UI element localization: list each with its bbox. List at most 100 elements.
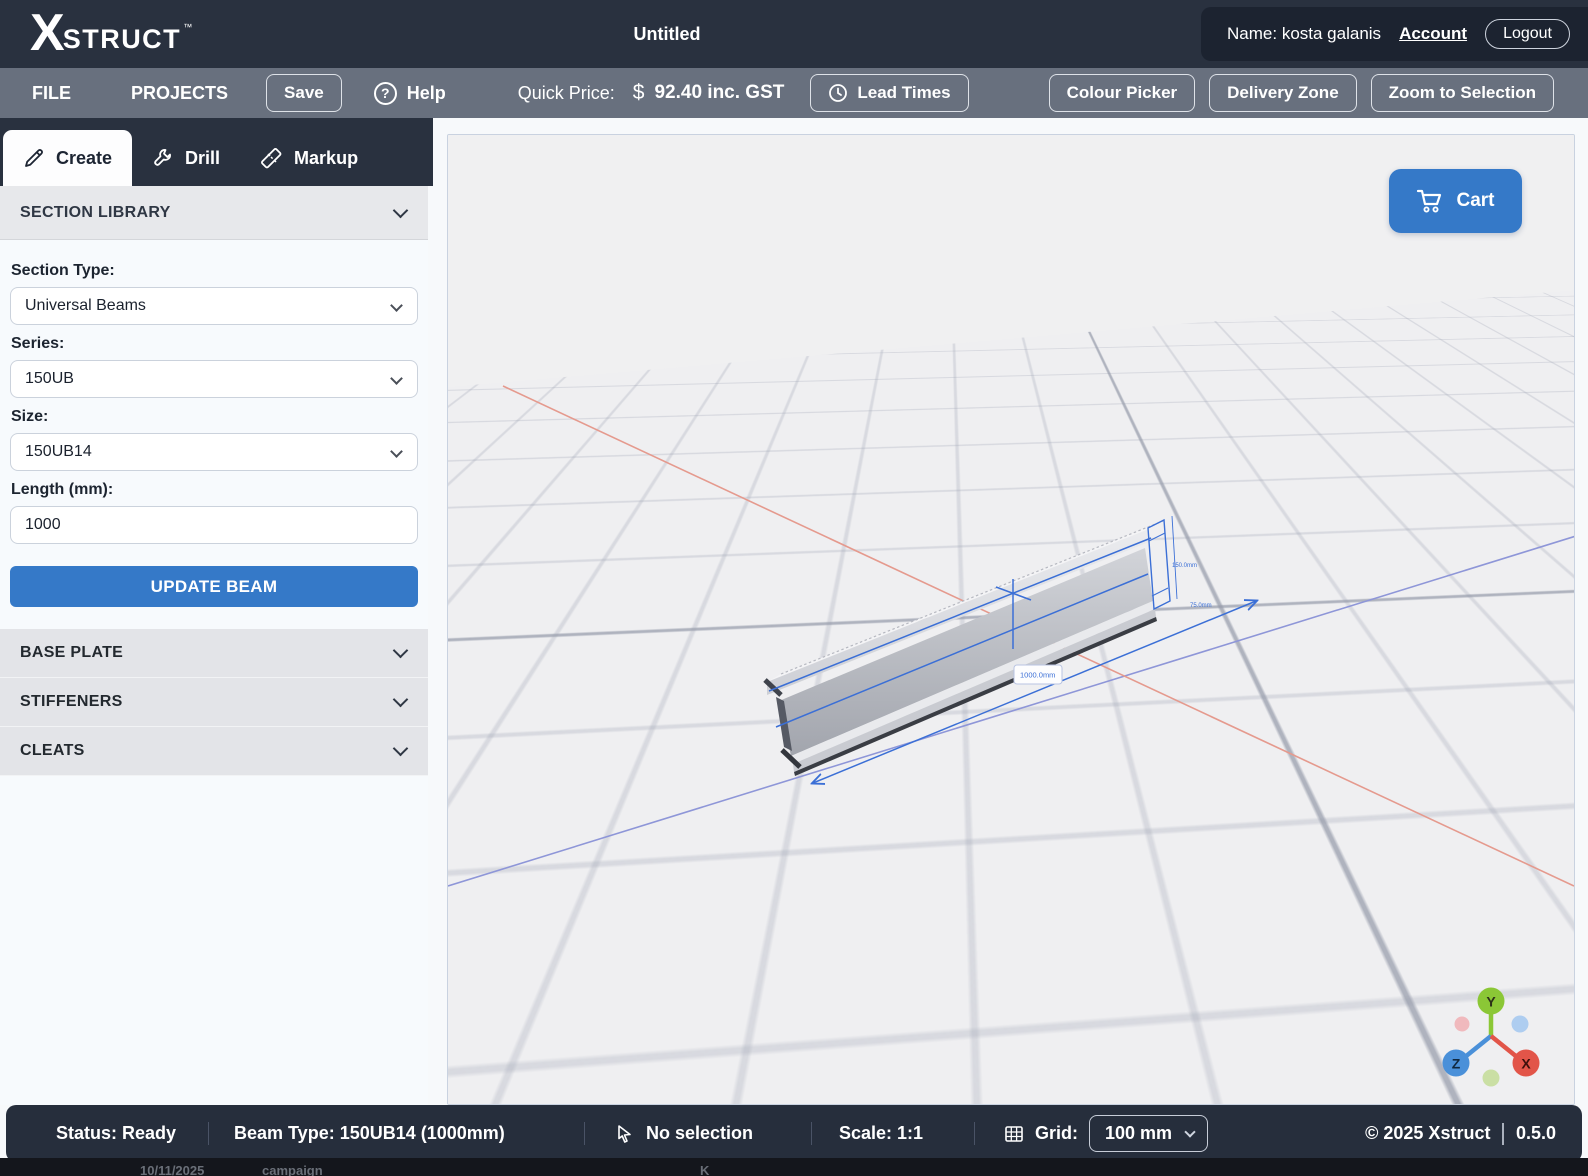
bg-fragment-campaign: campaign <box>262 1163 323 1176</box>
gizmo-neg-x-dot <box>1455 1017 1470 1032</box>
dimension-label-length: 1000.0mm <box>1020 671 1055 680</box>
chevron-down-icon <box>390 372 403 385</box>
menu-bar: FILE PROJECTS Save ? Help Quick Price: $… <box>0 68 1588 118</box>
tab-create-label: Create <box>56 148 112 169</box>
grid-size-value: 100 mm <box>1105 1123 1172 1144</box>
tab-create[interactable]: Create <box>3 130 132 186</box>
scale-status: Scale: 1:1 <box>839 1105 923 1162</box>
chevron-down-icon <box>393 643 409 659</box>
accordion-cleats[interactable]: CLEATS <box>0 727 428 776</box>
logo-text: STRUCT <box>63 24 182 55</box>
menu-file[interactable]: FILE <box>32 83 71 104</box>
wrench-icon <box>152 147 174 169</box>
beam-model[interactable] <box>765 521 1163 776</box>
cart-label: Cart <box>1456 190 1494 212</box>
viewport-3d[interactable]: 150.0mm 75.0mm 1000.0mm Y Z X <box>447 134 1575 1105</box>
svg-text:Y: Y <box>1486 994 1496 1010</box>
dimension-label-width: 75.0mm <box>1190 603 1212 609</box>
app-window: X STRUCT ™ Untitled Name: kosta galanis … <box>0 0 1588 1176</box>
beam-type-status: Beam Type: 150UB14 (1000mm) <box>234 1105 505 1162</box>
chevron-down-icon <box>393 692 409 708</box>
colour-picker-button[interactable]: Colour Picker <box>1049 74 1196 112</box>
chevron-down-icon <box>390 445 403 458</box>
selection-status: No selection <box>616 1105 753 1162</box>
gizmo-neg-z-dot <box>1512 1016 1529 1033</box>
axis-gizmo[interactable]: Y Z X <box>1443 988 1540 1087</box>
tab-markup-label: Markup <box>294 148 358 169</box>
dimension-label-depth: 150.0mm <box>1172 563 1197 569</box>
tool-tab-bar: Create Drill Markup <box>0 118 433 186</box>
ruler-icon <box>260 147 283 170</box>
bg-fragment-k: K <box>700 1163 709 1176</box>
chevron-down-icon <box>393 741 409 757</box>
cart-icon <box>1416 188 1444 214</box>
save-button[interactable]: Save <box>266 74 342 112</box>
bg-fragment-date: 10/11/2025 <box>140 1163 204 1176</box>
help-button[interactable]: ? Help <box>374 82 446 105</box>
section-type-value: Universal Beams <box>25 297 146 315</box>
tab-drill[interactable]: Drill <box>132 130 240 186</box>
series-label: Series: <box>11 335 418 353</box>
series-value: 150UB <box>25 370 74 388</box>
background-window-strip: 10/11/2025 campaign K <box>0 1158 1588 1176</box>
length-label: Length (mm): <box>11 481 418 499</box>
chevron-down-icon <box>390 299 403 312</box>
section-library-form: Section Type: Universal Beams Series: 15… <box>0 240 428 607</box>
size-select[interactable]: 150UB14 <box>10 433 418 471</box>
copyright: © 2025 Xstruct 0.5.0 <box>1365 1105 1556 1162</box>
logo-trademark: ™ <box>183 22 192 32</box>
question-mark-icon: ? <box>374 82 397 105</box>
status-bar: Status: Ready Beam Type: 150UB14 (1000mm… <box>6 1105 1582 1162</box>
xstruct-logo: X STRUCT ™ <box>30 10 192 56</box>
menu-projects[interactable]: PROJECTS <box>131 83 228 104</box>
logout-button[interactable]: Logout <box>1485 19 1570 49</box>
pencil-icon <box>23 147 45 169</box>
clock-icon <box>828 83 848 103</box>
top-bar: X STRUCT ™ Untitled Name: kosta galanis … <box>0 0 1588 68</box>
delivery-zone-button[interactable]: Delivery Zone <box>1209 74 1357 112</box>
size-label: Size: <box>11 408 418 426</box>
series-select[interactable]: 150UB <box>10 360 418 398</box>
dollar-icon: $ <box>633 81 645 105</box>
accordion-list: BASE PLATE STIFFENERS CLEATS <box>0 629 428 776</box>
size-value: 150UB14 <box>25 443 92 461</box>
user-box: Name: kosta galanis Account Logout <box>1201 7 1588 61</box>
gizmo-neg-y-dot <box>1483 1070 1500 1087</box>
lead-times-button[interactable]: Lead Times <box>810 74 968 112</box>
help-label: Help <box>407 83 446 104</box>
grid-label: Grid: <box>1035 1123 1078 1144</box>
grid-icon <box>1004 1124 1024 1144</box>
svg-text:X: X <box>1521 1056 1531 1072</box>
user-name-label: Name: kosta galanis <box>1227 24 1381 44</box>
update-beam-button[interactable]: UPDATE BEAM <box>10 566 418 607</box>
lead-times-label: Lead Times <box>857 83 950 103</box>
section-type-label: Section Type: <box>11 262 418 280</box>
document-title: Untitled <box>560 0 774 68</box>
tab-markup[interactable]: Markup <box>240 130 378 186</box>
accordion-base-plate[interactable]: BASE PLATE <box>0 629 428 678</box>
tab-drill-label: Drill <box>185 148 220 169</box>
quick-price: Quick Price: $ 92.40 inc. GST <box>518 81 785 105</box>
zoom-to-selection-button[interactable]: Zoom to Selection <box>1371 74 1554 112</box>
section-type-select[interactable]: Universal Beams <box>10 287 418 325</box>
svg-text:Z: Z <box>1452 1056 1461 1072</box>
cursor-icon <box>616 1124 635 1144</box>
account-link[interactable]: Account <box>1399 24 1467 44</box>
menu-right-buttons: Colour Picker Delivery Zone Zoom to Sele… <box>1049 74 1554 112</box>
left-sidebar: SECTION LIBRARY Section Type: Universal … <box>0 186 428 1105</box>
logo-x-glyph: X <box>30 10 63 56</box>
chevron-down-icon <box>393 202 409 218</box>
length-dimension-badge: 1000.0mm <box>1014 665 1062 684</box>
viewport-overlay: 150.0mm 75.0mm 1000.0mm Y Z X <box>448 135 1575 1105</box>
status-ready: Status: Ready <box>56 1105 176 1162</box>
length-input[interactable] <box>10 506 418 544</box>
accordion-stiffeners[interactable]: STIFFENERS <box>0 678 428 727</box>
grid-size-select[interactable]: 100 mm <box>1089 1115 1208 1152</box>
chevron-down-icon <box>1184 1126 1195 1137</box>
cart-button[interactable]: Cart <box>1389 169 1522 233</box>
quick-price-label: Quick Price: <box>518 83 615 104</box>
quick-price-value: 92.40 inc. GST <box>654 82 784 104</box>
section-library-label: SECTION LIBRARY <box>20 204 171 222</box>
grid-control: Grid: 100 mm <box>1004 1105 1208 1162</box>
section-library-header[interactable]: SECTION LIBRARY <box>0 186 428 240</box>
